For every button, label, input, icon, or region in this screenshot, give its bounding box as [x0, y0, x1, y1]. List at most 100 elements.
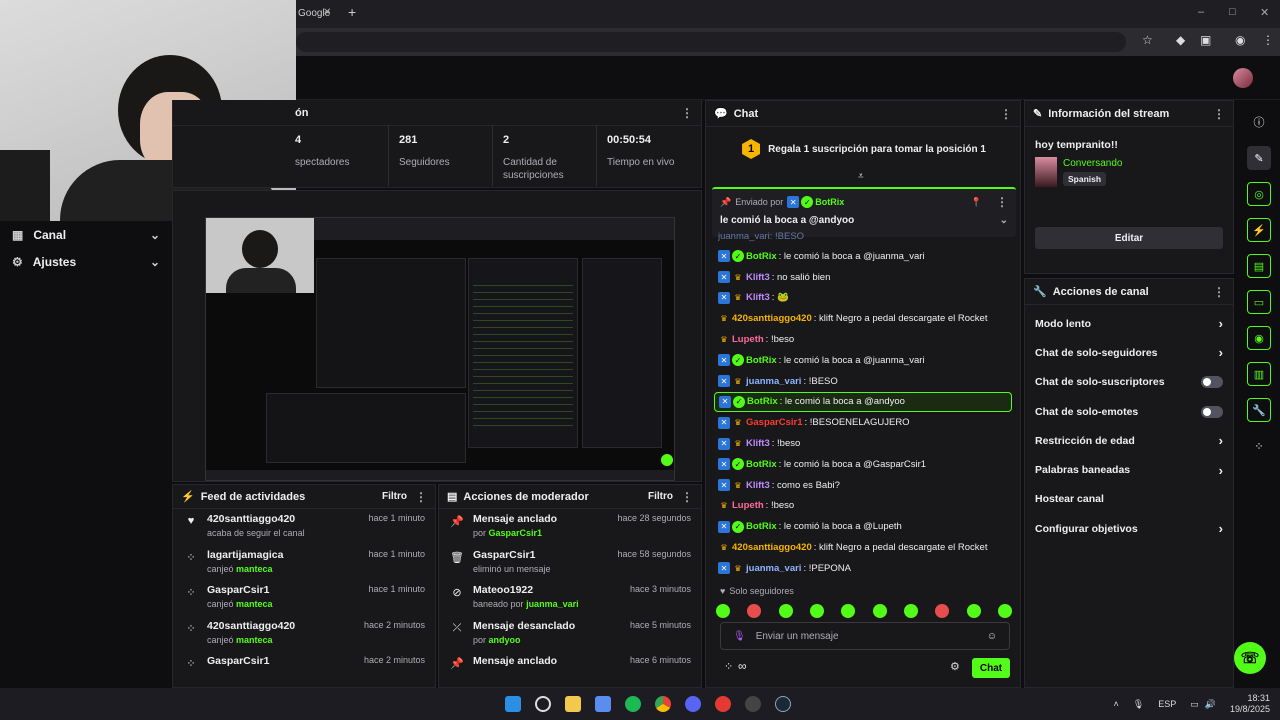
chat-message[interactable]: ✕ ✓ BotRix : le comió la boca a @GasparCs…: [718, 454, 1014, 475]
more-icon[interactable]: ⋮: [996, 195, 1008, 209]
steam-icon[interactable]: [775, 696, 791, 712]
chat-username[interactable]: Lupeth: [732, 500, 764, 511]
channel-action-item[interactable]: Restricción de edad ›: [1025, 426, 1233, 455]
help-chat-button[interactable]: ☏: [1234, 642, 1266, 674]
emote-icon[interactable]: [778, 604, 793, 618]
clock-time[interactable]: 18:31: [1230, 693, 1270, 704]
language-indicator[interactable]: ESP: [1158, 699, 1176, 709]
bookmark-star-icon[interactable]: ☆: [1142, 33, 1153, 47]
info-icon[interactable]: ⓘ: [1247, 110, 1271, 134]
microphone-icon[interactable]: 🎙: [733, 631, 746, 642]
filter-button[interactable]: Filtro: [648, 491, 673, 502]
feed-user[interactable]: 420santtiaggo420: [207, 513, 305, 525]
chat-message[interactable]: ✕ ✓ BotRix : le comió la boca a @andyoo: [714, 391, 1012, 413]
more-icon[interactable]: ⋮: [1213, 285, 1225, 299]
chat-message[interactable]: ♛ Lupeth : !beso: [718, 496, 1014, 517]
more-icon[interactable]: ⋮: [1213, 107, 1225, 121]
chat-username[interactable]: BotRix: [746, 355, 777, 366]
mod-action-item[interactable]: 🗑 GasparCsir1 eliminó un mensaje hace 58…: [439, 545, 701, 581]
wrench-icon[interactable]: 🔧: [1247, 398, 1271, 422]
more-icon[interactable]: ⋮: [681, 106, 693, 120]
channel-action-item[interactable]: Configurar objetivos ›: [1025, 514, 1233, 543]
layout-icon[interactable]: ▥: [1247, 362, 1271, 386]
emote-icon[interactable]: [872, 604, 887, 618]
pencil-icon[interactable]: ✎: [1247, 146, 1271, 170]
chat-message[interactable]: ✕ ♛ Klift3 : 🐸: [718, 288, 1014, 309]
spotify-icon[interactable]: [625, 696, 641, 712]
tray-chevron-up-icon[interactable]: ˄: [1114, 699, 1119, 709]
discord-icon[interactable]: [685, 696, 701, 712]
network-icon[interactable]: ▭: [1190, 699, 1199, 710]
more-icon[interactable]: ⋮: [1000, 107, 1012, 121]
stream-preview-video[interactable]: [205, 217, 675, 481]
camera-icon[interactable]: ◎: [1247, 182, 1271, 206]
chat-username[interactable]: BotRix: [746, 459, 777, 470]
mod-action-item[interactable]: ⊘ Mateoo1922 baneado por juanma_vari hac…: [439, 580, 701, 616]
chat-username[interactable]: juanma_vari: [746, 563, 801, 574]
windows-start-icon[interactable]: [505, 696, 521, 712]
clipboard-icon[interactable]: ▤: [1247, 254, 1271, 278]
pinned-message[interactable]: 📌 Enviado por ✕ ✓ BotRix 📍 ⋮ le comió la…: [712, 187, 1016, 237]
emote-icon[interactable]: [809, 604, 824, 618]
maximize-button[interactable]: □: [1229, 6, 1236, 18]
points-icon[interactable]: ⁘: [1247, 434, 1271, 458]
collapse-icon[interactable]: ⩡: [858, 171, 864, 182]
chat-message[interactable]: ✕ ♛ juanma_vari : !BESO: [718, 371, 1014, 392]
channel-action-item[interactable]: Chat de solo-suscriptores: [1025, 368, 1233, 397]
puzzle-icon[interactable]: ▣: [1200, 33, 1211, 47]
chat-input[interactable]: 🎙 Enviar un mensaje ☺: [720, 622, 1010, 650]
browser-menu-icon[interactable]: ⋮: [1262, 33, 1274, 47]
activity-feed-item[interactable]: ⁘ GasparCsir1 canjeó manteca hace 1 minu…: [173, 580, 435, 616]
chat-username[interactable]: Klift3: [746, 292, 770, 303]
chat-message[interactable]: ✕ ✓ BotRix : le comió la boca a @juanma_v…: [718, 246, 1014, 267]
chat-username[interactable]: 420santtiaggo420: [732, 542, 812, 553]
feed-user[interactable]: GasparCsir1: [207, 655, 269, 667]
mod-action-user[interactable]: juanma_vari: [526, 599, 579, 609]
activity-feed-item[interactable]: ⁘ GasparCsir1 hace 2 minutos: [173, 651, 435, 687]
category-thumbnail[interactable]: [1035, 157, 1057, 187]
stream-category[interactable]: Conversando: [1063, 158, 1122, 169]
infinity-icon[interactable]: ∞: [738, 659, 747, 673]
chrome-icon[interactable]: [655, 696, 671, 712]
chat-message[interactable]: ✕ ♛ GasparCsir1 : !BESOENELAGUJERO: [718, 412, 1014, 433]
sidebar-item-ajustes[interactable]: ⚙ Ajustes ⌄: [0, 248, 172, 275]
lightning-icon[interactable]: ⚡: [1247, 218, 1271, 242]
feed-user[interactable]: lagartijamagica: [207, 549, 283, 561]
emote-icon[interactable]: [997, 604, 1012, 618]
chat-message[interactable]: ✕ ♛ Klift3 : como es Babi?: [718, 475, 1014, 496]
toggle-switch[interactable]: [1201, 376, 1223, 389]
game-launcher-icon[interactable]: [715, 696, 731, 712]
channel-action-item[interactable]: Hostear canal: [1025, 485, 1233, 514]
chat-message[interactable]: ✕ ♛ Klift3 : no salió bien: [718, 267, 1014, 288]
chat-message[interactable]: ✕ ♛ juanma_vari : !PEPONA: [718, 558, 1014, 579]
chat-username[interactable]: Lupeth: [732, 334, 764, 345]
chat-bubble-icon[interactable]: ▭: [1247, 290, 1271, 314]
close-window-button[interactable]: ✕: [1260, 6, 1269, 19]
emote-icon[interactable]: [966, 604, 981, 618]
chat-username[interactable]: Klift3: [746, 438, 770, 449]
chat-username[interactable]: BotRix: [747, 396, 778, 407]
volume-icon[interactable]: 🔊: [1205, 699, 1216, 710]
sidebar-item-canal[interactable]: ▦ Canal ⌄: [0, 221, 172, 248]
chat-message[interactable]: ✕ ✓ BotRix : le comió la boca a @Lupeth: [718, 516, 1014, 537]
chat-username[interactable]: GasparCsir1: [746, 417, 803, 428]
mod-action-user[interactable]: andyoo: [489, 635, 521, 645]
more-icon[interactable]: ⋮: [415, 490, 427, 504]
mod-action-user[interactable]: GasparCsir1: [489, 528, 543, 538]
microphone-icon[interactable]: 🎙: [1133, 699, 1144, 710]
toggle-switch[interactable]: [1201, 405, 1223, 418]
mod-action-item[interactable]: ⤫ Mensaje desanclado por andyoo hace 5 m…: [439, 616, 701, 652]
chat-message[interactable]: ✕ ♛ Klift3 : !beso: [718, 433, 1014, 454]
channel-action-item[interactable]: Palabras baneadas ›: [1025, 455, 1233, 484]
emote-icon[interactable]: [716, 604, 730, 618]
activity-feed-item[interactable]: ⁘ lagartijamagica canjeó manteca hace 1 …: [173, 545, 435, 581]
chat-username[interactable]: Klift3: [746, 272, 770, 283]
mod-action-item[interactable]: 📌 Mensaje anclado hace 6 minutos: [439, 651, 701, 687]
extension-icon[interactable]: ◆: [1176, 33, 1185, 47]
profile-icon[interactable]: ◉: [1235, 33, 1245, 47]
tab-close-icon[interactable]: ✕: [323, 7, 331, 18]
chat-message[interactable]: ✕ ✓ BotRix : le comió la boca a @juanma_v…: [718, 350, 1014, 371]
clock-date[interactable]: 19/8/2025: [1230, 704, 1270, 715]
chat-message[interactable]: ♛ 420santtiaggo420 : klift Negro a pedal…: [718, 537, 1014, 558]
file-explorer-icon[interactable]: [565, 696, 581, 712]
